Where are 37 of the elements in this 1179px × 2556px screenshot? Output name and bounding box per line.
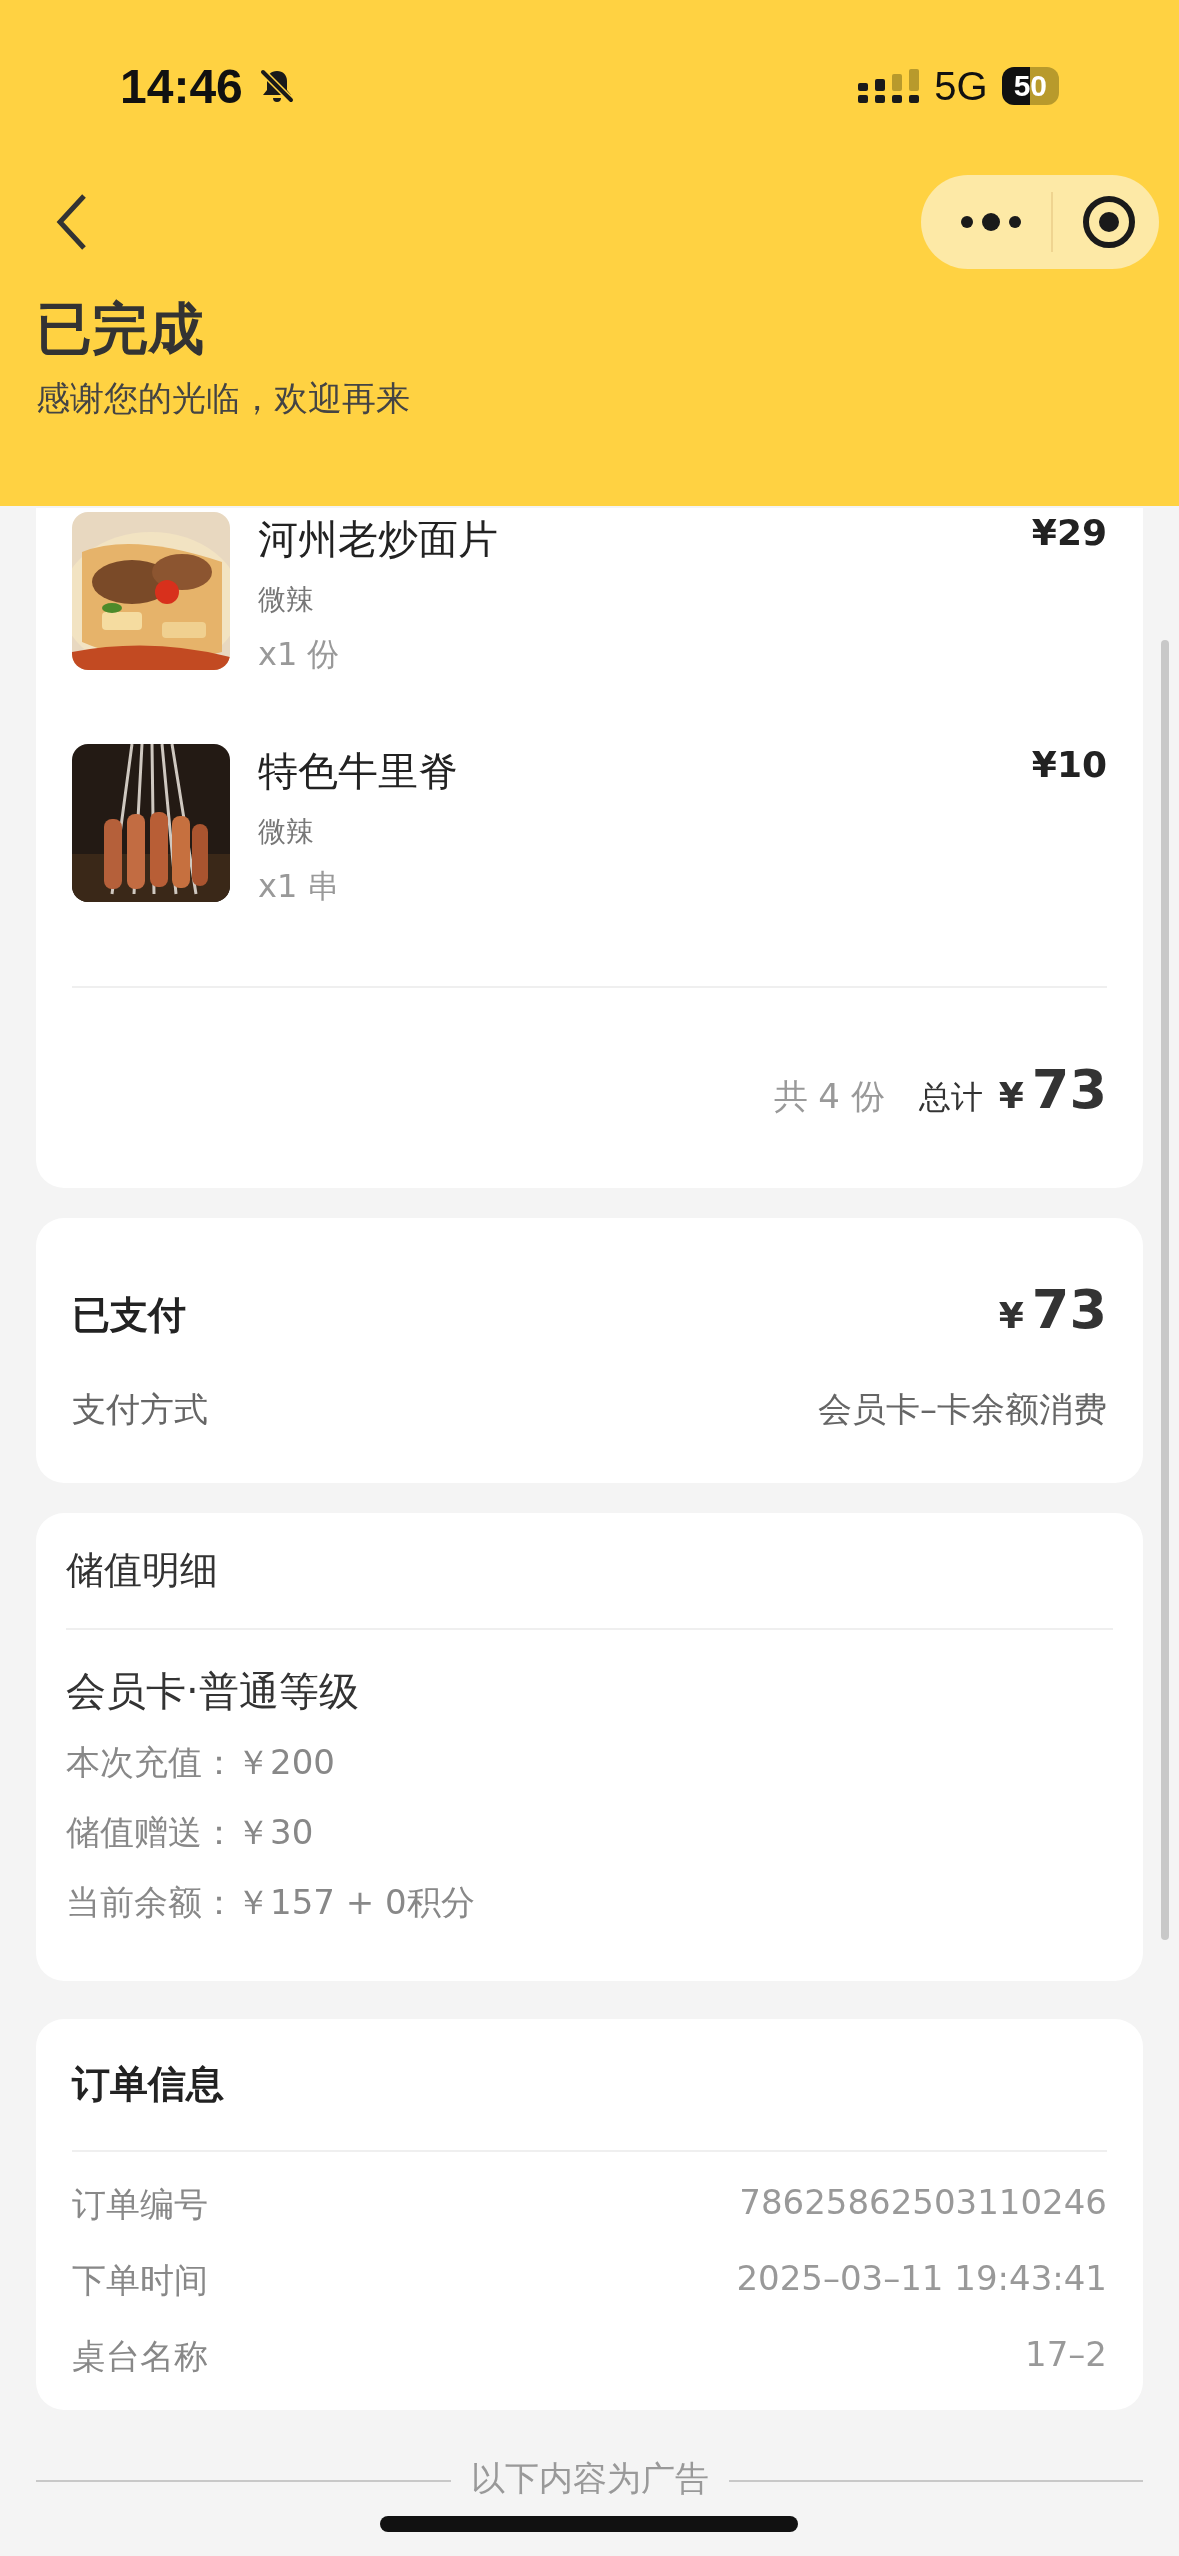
section-title: 订单信息 [72, 2061, 225, 2108]
dish-price: ¥10 [1031, 744, 1107, 787]
target-icon[interactable] [1081, 194, 1137, 250]
back-icon[interactable] [54, 192, 88, 252]
info-value: 2025–03–11 19:43:41 [736, 2258, 1107, 2300]
payment-method-label: 支付方式 [72, 1388, 208, 1431]
dish-name: 特色牛里脊 [258, 747, 459, 796]
info-value: 17–2 [1025, 2334, 1107, 2376]
balance-detail: 当前余额：￥157 + 0积分 [66, 1881, 476, 1924]
payment-status: 已支付 [72, 1292, 186, 1339]
status-title: 已完成 [36, 295, 205, 363]
currency-sign: ¥ [998, 1295, 1024, 1336]
membership-level: 会员卡·普通等级 [66, 1667, 360, 1716]
item-count: 共 4 份 [773, 1075, 885, 1118]
info-label: 下单时间 [72, 2259, 208, 2302]
paid-amount: 73 [1031, 1278, 1107, 1341]
info-label: 桌台名称 [72, 2335, 208, 2378]
signal-icon [858, 69, 921, 103]
dish-spec: 微辣 [258, 814, 315, 850]
info-value: 78625862503110246 [739, 2182, 1107, 2224]
currency-sign: ¥ [998, 1075, 1024, 1116]
dish-spec: 微辣 [258, 582, 315, 618]
more-icon[interactable] [959, 212, 1023, 232]
total-label: 总计 [918, 1077, 983, 1118]
dish-quantity: x1 串 [258, 866, 341, 907]
network-label: 5G [934, 63, 988, 109]
balance-detail: 储值赠送：￥30 [66, 1811, 315, 1854]
dish-price: ¥29 [1031, 512, 1107, 555]
info-label: 订单编号 [72, 2183, 208, 2226]
section-title: 储值明细 [66, 1547, 219, 1594]
dish-quantity: x1 份 [258, 634, 341, 675]
total-amount: 73 [1031, 1058, 1107, 1121]
status-time: 14:46 [120, 58, 243, 114]
payment-method: 会员卡–卡余额消费 [818, 1388, 1107, 1431]
balance-detail: 本次充值：￥200 [66, 1741, 336, 1784]
dish-name: 河州老炒面片 [258, 515, 499, 564]
status-subtitle: 感谢您的光临，欢迎再来 [36, 377, 411, 420]
